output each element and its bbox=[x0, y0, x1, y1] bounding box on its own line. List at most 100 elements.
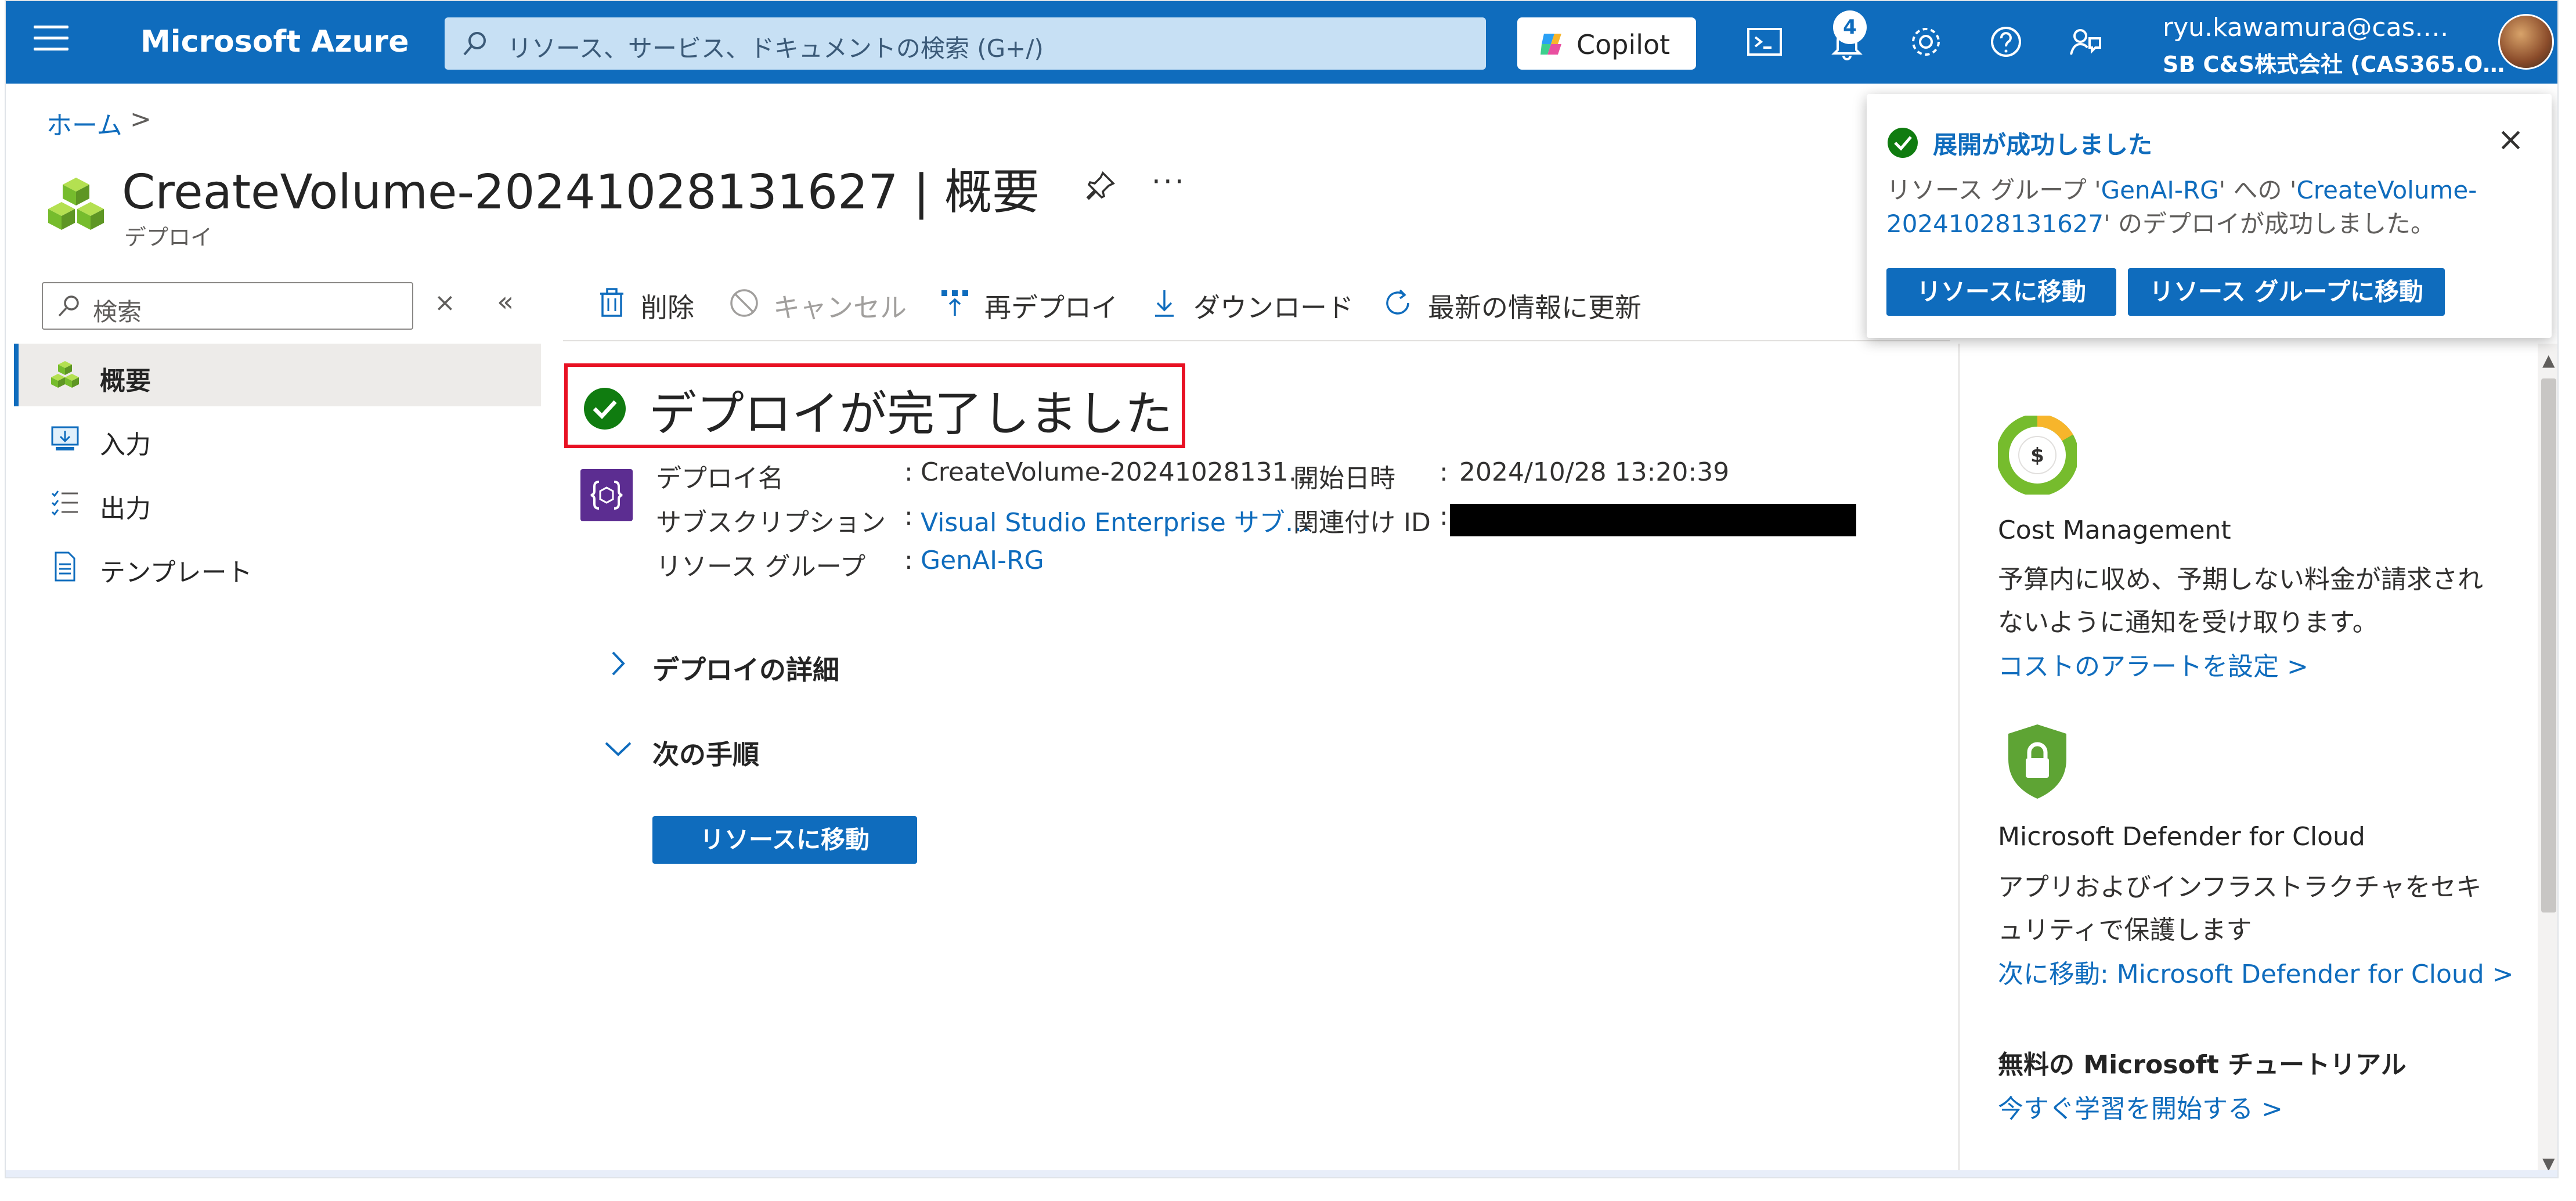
nav-item-input[interactable]: 入力 bbox=[14, 407, 541, 470]
clear-search-icon[interactable]: × bbox=[434, 288, 456, 318]
nav-item-label: 概要 bbox=[100, 366, 151, 396]
colon: : bbox=[904, 502, 913, 531]
success-check-icon bbox=[584, 388, 626, 430]
nav-search-placeholder: 検索 bbox=[93, 298, 142, 326]
more-options-icon[interactable]: ··· bbox=[1152, 165, 1186, 199]
input-icon bbox=[51, 426, 79, 450]
trash-icon bbox=[600, 288, 623, 317]
toast-rg-link[interactable]: GenAI-RG bbox=[2101, 176, 2219, 204]
active-indicator bbox=[14, 344, 19, 406]
expander-label: 次の手順 bbox=[652, 739, 759, 770]
cancel-label: キャンセル bbox=[773, 292, 907, 323]
cost-alert-link[interactable]: コストのアラートを設定 > bbox=[1998, 645, 2308, 683]
user-tenant[interactable]: SB C&S株式会社 (CAS365.O… bbox=[2163, 46, 2505, 78]
avatar[interactable] bbox=[2498, 14, 2554, 70]
nav-item-label: 出力 bbox=[100, 494, 151, 524]
toast-text: ' のデプロイが成功しました。 bbox=[2104, 210, 2436, 238]
close-icon[interactable]: × bbox=[2497, 121, 2524, 158]
copilot-logo-icon bbox=[1540, 34, 1561, 55]
cost-management-icon: $ bbox=[1998, 416, 2077, 495]
pin-icon[interactable] bbox=[1083, 168, 1118, 203]
toast-deployment-link[interactable]: 20241028131627 bbox=[1886, 210, 2104, 238]
deployment-name-label: デプロイ名 bbox=[656, 464, 784, 493]
toast-body-line-1: リソース グループ 'GenAI-RG' への 'CreateVolume- bbox=[1886, 171, 2477, 206]
colon: : bbox=[904, 457, 913, 487]
gear-icon[interactable] bbox=[1905, 21, 1947, 63]
global-search-input[interactable]: リソース、サービス、ドキュメントの検索 (G+/) bbox=[445, 17, 1486, 70]
refresh-icon bbox=[1386, 289, 1409, 315]
template-doc-icon bbox=[55, 551, 75, 582]
nav-item-overview[interactable]: 概要 bbox=[14, 344, 541, 406]
page-subtitle: デプロイ bbox=[124, 225, 213, 250]
colon: : bbox=[904, 546, 913, 575]
scrollbar-thumb[interactable] bbox=[2541, 378, 2556, 913]
nav-search-input[interactable]: 検索 bbox=[42, 282, 413, 330]
success-check-icon bbox=[1888, 128, 1918, 158]
defender-title: Microsoft Defender for Cloud bbox=[1998, 822, 2365, 852]
right-panel-divider bbox=[1958, 344, 1960, 1177]
defender-shield-icon bbox=[2008, 724, 2066, 799]
feedback-icon[interactable] bbox=[2064, 21, 2106, 63]
output-list-icon bbox=[51, 491, 78, 516]
start-time-label: 開始日時 bbox=[1293, 464, 1395, 493]
notification-count-badge: 4 bbox=[1833, 10, 1867, 44]
toast-title: 展開が成功しました bbox=[1933, 131, 2153, 159]
chevron-right-icon bbox=[612, 651, 625, 676]
toast-text: リソース グループ ' bbox=[1886, 176, 2101, 204]
tutorial-title: 無料の Microsoft チュートリアル bbox=[1998, 1050, 2407, 1080]
resource-group-link[interactable]: GenAI-RG bbox=[921, 546, 1044, 575]
toolbar-divider bbox=[563, 340, 1950, 341]
deployment-template-icon bbox=[580, 469, 633, 521]
defender-link[interactable]: 次に移動: Microsoft Defender for Cloud > bbox=[1998, 953, 2514, 990]
cancel-icon bbox=[730, 289, 758, 317]
scroll-up-icon[interactable]: ▲ bbox=[2542, 351, 2555, 370]
azure-portal-window: Microsoft Azure リソース、サービス、ドキュメントの検索 (G+/… bbox=[5, 0, 2559, 1178]
redacted-correlation-id bbox=[1450, 504, 1856, 536]
breadcrumb-home[interactable]: ホーム bbox=[46, 104, 122, 142]
subscription-label: サブスクリプション bbox=[656, 508, 886, 538]
top-bar: Microsoft Azure リソース、サービス、ドキュメントの検索 (G+/… bbox=[6, 1, 2557, 84]
toast-go-to-resource-button[interactable]: リソースに移動 bbox=[1886, 268, 2116, 316]
copilot-label: Copilot bbox=[1576, 29, 1671, 60]
cost-management-title: Cost Management bbox=[1998, 515, 2231, 545]
overview-cubes-icon bbox=[51, 361, 79, 388]
toast-deployment-link[interactable]: CreateVolume- bbox=[2296, 176, 2477, 204]
deployment-complete-heading: デプロイが完了しました bbox=[649, 387, 1173, 442]
nav-item-output[interactable]: 出力 bbox=[14, 471, 541, 534]
cost-management-text-2: ないように通知を受け取ります。 bbox=[1998, 608, 2378, 637]
right-panel-scrollbar[interactable]: ▲ ▼ bbox=[2538, 344, 2557, 1177]
help-icon[interactable] bbox=[1985, 21, 2027, 63]
subscription-link[interactable]: Visual Studio Enterprise サブ… bbox=[921, 502, 1311, 539]
defender-text-1: アプリおよびインフラストラクチャをセキ bbox=[1998, 872, 2482, 902]
nav-item-label: テンプレート bbox=[100, 558, 252, 587]
deployment-name-value: CreateVolume-20241028131… bbox=[921, 457, 1314, 487]
defender-text-2: ュリティで保護します bbox=[1998, 915, 2252, 945]
expander-label: デプロイの詳細 bbox=[652, 654, 839, 686]
hamburger-menu-icon[interactable] bbox=[34, 26, 68, 58]
toast-text: ' への ' bbox=[2218, 176, 2297, 204]
user-email[interactable]: ryu.kawamura@cas.… bbox=[2163, 13, 2449, 42]
copilot-button[interactable]: Copilot bbox=[1517, 17, 1696, 70]
start-time-value: 2024/10/28 13:20:39 bbox=[1459, 457, 1730, 487]
toast-body-line-2: 20241028131627' のデプロイが成功しました。 bbox=[1886, 204, 2435, 240]
breadcrumb-separator: > bbox=[130, 104, 151, 134]
deployment-cubes-icon bbox=[48, 178, 104, 230]
search-icon bbox=[463, 32, 486, 56]
delete-label: 削除 bbox=[641, 292, 694, 323]
cloud-shell-icon[interactable] bbox=[1744, 21, 1785, 63]
redeploy-icon bbox=[941, 290, 968, 316]
nav-item-label: 入力 bbox=[100, 430, 151, 460]
collapse-nav-icon[interactable]: « bbox=[497, 286, 514, 318]
chevron-down-icon bbox=[605, 742, 632, 756]
go-to-resource-button[interactable]: リソースに移動 bbox=[652, 816, 917, 864]
search-placeholder: リソース、サービス、ドキュメントの検索 (G+/) bbox=[507, 34, 1044, 63]
brand-title[interactable]: Microsoft Azure bbox=[140, 24, 409, 59]
download-icon bbox=[1155, 290, 1174, 317]
colon: : bbox=[1439, 457, 1448, 487]
tutorial-link[interactable]: 今すぐ学習を開始する > bbox=[1998, 1088, 2283, 1125]
nav-item-template[interactable]: テンプレート bbox=[14, 535, 541, 598]
correlation-id-label: 関連付け ID bbox=[1293, 508, 1431, 538]
toast-go-to-resource-group-button[interactable]: リソース グループに移動 bbox=[2128, 268, 2445, 316]
search-icon bbox=[58, 295, 79, 317]
refresh-label: 最新の情報に更新 bbox=[1428, 292, 1641, 323]
